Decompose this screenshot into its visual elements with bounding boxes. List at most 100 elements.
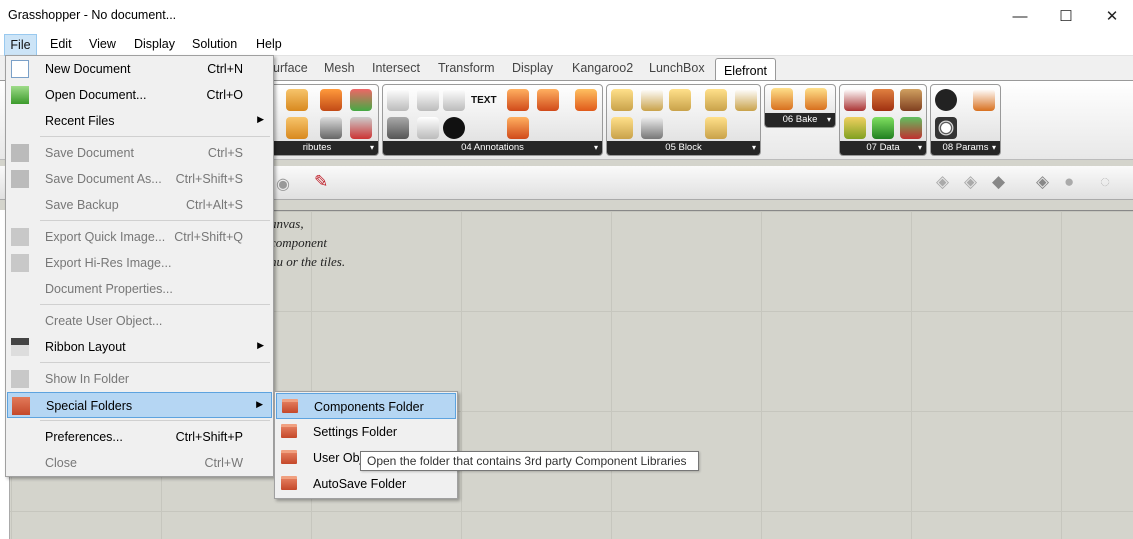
block-icon[interactable]	[705, 89, 727, 111]
panel-label: 04 Annotations	[383, 141, 602, 155]
panel-label: 07 Data	[840, 141, 926, 155]
text-t-icon[interactable]	[443, 117, 465, 139]
menu-solution[interactable]: Solution	[192, 37, 237, 51]
tab-elefront[interactable]: Elefront	[715, 58, 776, 82]
tab-display[interactable]: Display	[512, 61, 553, 75]
text-tag-icon[interactable]	[507, 89, 529, 111]
tab-kangaroo2[interactable]: Kangaroo2	[572, 61, 633, 75]
menu-view[interactable]: View	[89, 37, 116, 51]
menu-item-save-backup[interactable]: Save Backup Ctrl+Alt+S	[7, 192, 272, 218]
hatch-icon[interactable]	[387, 117, 409, 139]
text-icon[interactable]: TEXT	[471, 95, 497, 106]
tab-mesh[interactable]: Mesh	[324, 61, 355, 75]
menu-item-new-document[interactable]: New Document Ctrl+N	[7, 56, 272, 82]
dimension-icon[interactable]	[417, 89, 439, 111]
tab-surface[interactable]: urface	[273, 61, 308, 75]
menu-item-open-document[interactable]: Open Document... Ctrl+O	[7, 82, 272, 108]
bake-icon[interactable]	[771, 88, 793, 110]
menu-item-preferences[interactable]: Preferences... Ctrl+Shift+P	[7, 424, 272, 450]
component-icon[interactable]	[320, 89, 342, 111]
panel-label: 06 Bake	[765, 113, 835, 127]
params-icon[interactable]	[973, 89, 995, 111]
menu-item-save-document[interactable]: Save Document Ctrl+S	[7, 140, 272, 166]
menu-item-recent-files[interactable]: Recent Files ▶	[7, 108, 272, 134]
sketch-icon[interactable]: ✎	[314, 172, 328, 192]
data-icon[interactable]	[844, 89, 866, 111]
submenu-item-settings-folder[interactable]: Settings Folder	[276, 419, 456, 445]
menu-item-ribbon-layout[interactable]: Ribbon Layout ▶	[7, 334, 272, 360]
component-icon[interactable]	[286, 89, 308, 111]
menu-file[interactable]: File	[4, 34, 37, 56]
tab-lunchbox[interactable]: LunchBox	[649, 61, 705, 75]
preview-icon[interactable]: ◈	[1036, 172, 1049, 192]
folder-icon	[11, 370, 29, 388]
submenu-arrow-icon: ▶	[257, 114, 264, 124]
tab-intersect[interactable]: Intersect	[372, 61, 420, 75]
menu-item-special-folders[interactable]: Special Folders ▶	[7, 392, 272, 418]
block-icon[interactable]	[611, 117, 633, 139]
menu-item-close[interactable]: Close Ctrl+W	[7, 450, 272, 476]
menu-item-document-properties[interactable]: Document Properties...	[7, 276, 272, 302]
data-icon[interactable]	[872, 117, 894, 139]
sphere-icon[interactable]: ●	[1064, 172, 1074, 192]
panel-label: 05 Block	[607, 141, 760, 155]
window-title: Grasshopper - No document...	[8, 8, 177, 22]
block-icon[interactable]	[705, 117, 727, 139]
preview-icon[interactable]: ◆	[992, 172, 1005, 192]
folder-icon	[281, 476, 297, 490]
submenu-item-autosave-folder[interactable]: AutoSave Folder	[276, 471, 456, 497]
menu-separator	[40, 220, 270, 221]
hatch-tag-icon[interactable]	[507, 117, 529, 139]
ribbon-panel-bake: 06 Bake	[764, 84, 836, 128]
menu-item-save-document-as[interactable]: Save Document As... Ctrl+Shift+S	[7, 166, 272, 192]
eye-icon[interactable]: ◉	[276, 174, 290, 194]
component-icon[interactable]	[350, 89, 372, 111]
hexagon-icon[interactable]	[935, 89, 957, 111]
dimension-icon[interactable]	[387, 89, 409, 111]
menu-item-export-hires-image[interactable]: Export Hi-Res Image...	[7, 250, 272, 276]
panel-label: 08 Params	[931, 141, 1000, 155]
folder-icon	[281, 450, 297, 464]
block-icon[interactable]	[669, 89, 691, 111]
canvas-hint-line-1: anvas,	[270, 216, 304, 231]
menu-item-export-quick-image[interactable]: Export Quick Image... Ctrl+Shift+Q	[7, 224, 272, 250]
title-bar: Grasshopper - No document... — ☐ ✕	[0, 0, 1133, 32]
ribbon-panel-data: 07 Data	[839, 84, 927, 156]
menu-item-show-in-folder[interactable]: Show In Folder	[7, 366, 272, 392]
ribbon-layout-icon	[11, 338, 29, 356]
component-icon[interactable]	[320, 117, 342, 139]
preview-icon[interactable]: ◈	[936, 172, 949, 192]
menu-display[interactable]: Display	[134, 37, 175, 51]
selection-icon[interactable]: ◌	[1100, 172, 1110, 192]
block-icon[interactable]	[735, 89, 757, 111]
curve-icon[interactable]	[417, 117, 439, 139]
cone-icon[interactable]	[575, 89, 597, 111]
params-circle-icon[interactable]	[935, 117, 957, 139]
menu-item-create-user-object[interactable]: Create User Object...	[7, 308, 272, 334]
minimize-button[interactable]: —	[997, 0, 1043, 32]
file-menu: New Document Ctrl+N Open Document... Ctr…	[5, 55, 274, 477]
block-icon[interactable]	[641, 117, 663, 139]
special-folders-submenu: Components Folder Settings Folder User O…	[274, 391, 458, 499]
dimension-icon[interactable]	[443, 89, 465, 111]
new-document-icon	[11, 60, 29, 78]
text-tag-icon[interactable]	[537, 89, 559, 111]
menu-edit[interactable]: Edit	[50, 37, 72, 51]
tab-transform[interactable]: Transform	[438, 61, 495, 75]
data-icon[interactable]	[900, 89, 922, 111]
preview-icon[interactable]: ◈	[964, 172, 977, 192]
submenu-arrow-icon: ▶	[256, 399, 263, 409]
component-icon[interactable]	[350, 117, 372, 139]
close-button[interactable]: ✕	[1089, 0, 1133, 32]
data-icon[interactable]	[900, 117, 922, 139]
block-icon[interactable]	[641, 89, 663, 111]
component-icon[interactable]	[286, 117, 308, 139]
menu-help[interactable]: Help	[256, 37, 282, 51]
data-icon[interactable]	[844, 117, 866, 139]
bake-icon[interactable]	[805, 88, 827, 110]
data-icon[interactable]	[872, 89, 894, 111]
submenu-item-components-folder[interactable]: Components Folder	[276, 393, 456, 419]
panel-label: ributes	[256, 141, 378, 155]
maximize-button[interactable]: ☐	[1043, 0, 1089, 32]
block-icon[interactable]	[611, 89, 633, 111]
